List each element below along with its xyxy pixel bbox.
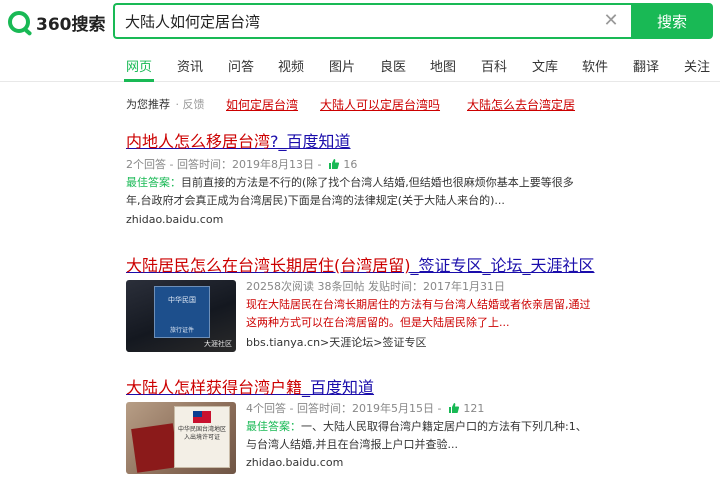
result-url[interactable]: zhidao.baidu.com xyxy=(246,456,716,469)
search-result: 大陆居民怎么在台湾长期居住(台湾居留)_签证专区_论坛_天涯社区 中华民国 旅行… xyxy=(126,252,716,352)
thumbs-up-icon xyxy=(328,159,339,169)
tab-map[interactable]: 地图 xyxy=(430,56,456,75)
result-title-link[interactable]: 大陆居民怎么在台湾长期居住(台湾居留)_签证专区_论坛_天涯社区 xyxy=(126,252,716,276)
tab-baike[interactable]: 百科 xyxy=(481,56,507,75)
result-title-link[interactable]: 大陆人怎样获得台湾户籍_百度知道 xyxy=(126,374,716,398)
result-snippet: 最佳答案：一、大陆人民取得台湾户籍定居户口的方法有下列几种:1、 与台湾人结婚,… xyxy=(246,420,587,451)
search-box: ✕ xyxy=(113,3,631,39)
tab-video[interactable]: 视频 xyxy=(278,56,304,75)
tab-webpage[interactable]: 网页 xyxy=(126,56,152,75)
result-snippet: 现在大陆居民在台湾长期居住的方法有与台湾人结婚或者依亲居留,通过 这两种方式可以… xyxy=(246,298,591,329)
logo-text: 360搜索 xyxy=(36,14,106,35)
tab-wenku[interactable]: 文库 xyxy=(532,56,558,75)
flag-icon xyxy=(193,411,211,423)
best-answer-label: 最佳答案： xyxy=(126,176,181,189)
tab-images[interactable]: 图片 xyxy=(329,56,355,75)
result-thumbnail[interactable]: 中华民国台湾地区入出境许可证 xyxy=(126,402,236,474)
result-meta: 4个回答 - 回答时间：2019年5月15日 - 121 xyxy=(246,402,485,415)
passport-image: 中华民国 旅行证件 xyxy=(154,286,210,338)
search-result: 内地人怎么移居台湾?_百度知道 2个回答 - 回答时间：2019年8月13日 -… xyxy=(126,128,716,226)
thumbnail-watermark: 大涯社区 xyxy=(204,340,232,348)
permit-image: 中华民国台湾地区入出境许可证 xyxy=(174,406,230,468)
tab-doctor[interactable]: 良医 xyxy=(380,56,406,75)
search-input[interactable] xyxy=(125,5,595,37)
like-count: 121 xyxy=(463,402,485,415)
recommend-link-3[interactable]: 大陆怎么去台湾定居 xyxy=(467,96,575,113)
result-meta: 20258次阅读 38条回帖 发贴时间：2017年1月31日 xyxy=(246,280,505,293)
result-url[interactable]: bbs.tianya.cn>天涯论坛>签证专区 xyxy=(246,334,716,350)
tab-qa[interactable]: 问答 xyxy=(228,56,254,75)
logo[interactable]: 360搜索 xyxy=(8,9,106,35)
tab-news[interactable]: 资讯 xyxy=(177,56,203,75)
like-count: 16 xyxy=(343,158,358,171)
feedback-link[interactable]: · 反馈 xyxy=(176,98,205,111)
tab-software[interactable]: 软件 xyxy=(582,56,608,75)
logo-icon xyxy=(8,11,30,33)
clear-icon[interactable]: ✕ xyxy=(601,11,621,31)
tab-follow[interactable]: 关注 xyxy=(684,56,710,75)
recommend-label: 为您推荐 xyxy=(126,98,170,111)
passport-image xyxy=(131,423,179,473)
recommend-link-2[interactable]: 大陆人可以定居台湾吗 xyxy=(320,96,440,113)
recommend-row: 为您推荐 · 反馈 如何定居台湾 大陆人可以定居台湾吗 大陆怎么去台湾定居 xyxy=(126,96,575,112)
search-result: 大陆人怎样获得台湾户籍_百度知道 中华民国台湾地区入出境许可证 4个回答 - 回… xyxy=(126,374,716,474)
active-tab-indicator xyxy=(124,79,154,82)
result-snippet: 最佳答案：目前直接的方法是不行的(除了找个台湾人结婚,但结婚也很麻烦你基本上要等… xyxy=(126,176,574,207)
recommend-link-1[interactable]: 如何定居台湾 xyxy=(226,96,298,113)
thumbs-up-icon xyxy=(448,403,459,413)
tab-translate[interactable]: 翻译 xyxy=(633,56,659,75)
result-meta: 2个回答 - 回答时间：2019年8月13日 - 16 xyxy=(126,158,358,171)
result-thumbnail[interactable]: 中华民国 旅行证件 大涯社区 xyxy=(126,280,236,352)
search-button[interactable]: 搜索 xyxy=(631,3,713,39)
result-title-link[interactable]: 内地人怎么移居台湾?_百度知道 xyxy=(126,128,716,152)
result-url[interactable]: zhidao.baidu.com xyxy=(126,213,716,226)
best-answer-label: 最佳答案： xyxy=(246,420,301,433)
nav-tabs: 网页 资讯 问答 视频 图片 良医 地图 百科 文库 软件 翻译 关注 xyxy=(0,50,720,82)
